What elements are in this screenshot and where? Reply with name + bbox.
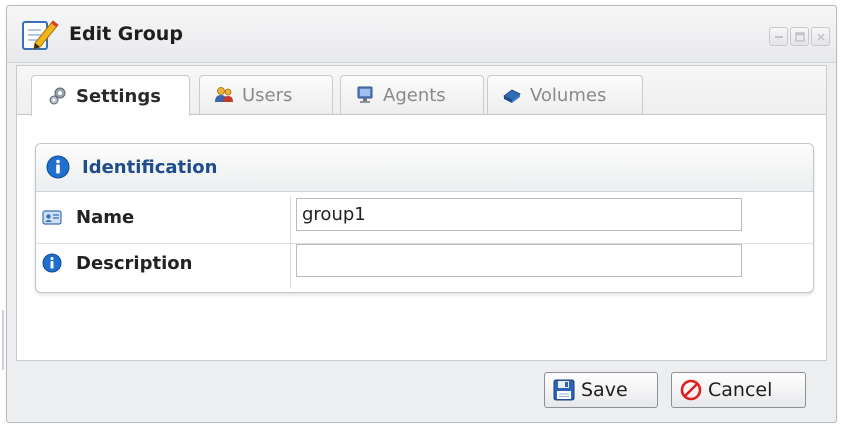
close-icon xyxy=(817,33,825,41)
panel-title: Identification xyxy=(82,157,218,178)
tab-volumes-label: Volumes xyxy=(530,84,607,106)
volume-icon xyxy=(503,89,521,103)
users-icon xyxy=(215,87,233,102)
tab-agents-label: Agents xyxy=(383,84,446,106)
name-row: Name xyxy=(36,196,813,244)
floppy-disk-icon xyxy=(553,379,575,401)
save-button-label: Save xyxy=(581,379,628,401)
tab-agents[interactable]: Agents xyxy=(340,75,484,114)
close-button[interactable] xyxy=(811,27,830,46)
tab-users-label: Users xyxy=(242,84,293,106)
description-label-cell: Description xyxy=(36,242,291,289)
minimize-button[interactable] xyxy=(769,27,788,46)
note-pencil-icon xyxy=(22,20,59,50)
restore-button[interactable] xyxy=(790,27,809,46)
id-card-icon xyxy=(42,210,62,225)
minimize-icon xyxy=(775,36,783,38)
dialog-footer: Save Cancel xyxy=(7,362,836,422)
identification-panel: Identification Name group1 Description xyxy=(35,143,814,293)
name-input[interactable] xyxy=(296,198,742,231)
description-row: Description xyxy=(36,242,813,289)
tab-volumes[interactable]: Volumes xyxy=(487,75,643,114)
edit-group-dialog: Edit Group Settings Users Agents Volumes… xyxy=(6,5,837,423)
restore-icon xyxy=(795,32,805,42)
panel-header: Identification xyxy=(36,144,813,192)
background-edge xyxy=(2,310,4,370)
title-bar[interactable]: Edit Group xyxy=(7,6,836,63)
dialog-content: Settings Users Agents Volumes Identifica… xyxy=(16,65,827,361)
info-icon xyxy=(42,253,62,273)
monitor-icon xyxy=(357,86,373,103)
tab-settings[interactable]: Settings xyxy=(31,75,190,116)
dialog-title: Edit Group xyxy=(69,23,183,45)
name-label-cell: Name xyxy=(36,196,291,243)
description-label: Description xyxy=(76,253,193,274)
cancel-button-label: Cancel xyxy=(708,379,773,401)
description-input[interactable] xyxy=(296,244,742,277)
tab-strip: Settings Users Agents Volumes xyxy=(17,66,826,116)
cancel-circle-icon xyxy=(680,379,702,401)
info-icon xyxy=(46,155,70,179)
save-button[interactable]: Save xyxy=(544,372,658,408)
tab-settings-label: Settings xyxy=(76,85,161,107)
window-controls xyxy=(769,27,830,46)
cancel-button[interactable]: Cancel xyxy=(671,372,806,408)
name-label: Name xyxy=(76,207,135,228)
gears-icon xyxy=(49,87,66,105)
tab-users[interactable]: Users xyxy=(199,75,333,114)
